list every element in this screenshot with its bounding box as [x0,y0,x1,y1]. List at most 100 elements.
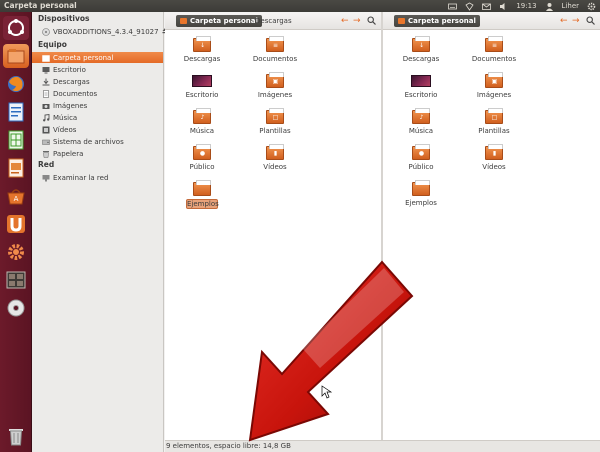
launcher: A [0,12,32,452]
desktop-icon [42,66,50,74]
file-label: Vídeos [482,163,506,171]
videos-folder-icon: ▮ [485,144,503,160]
file-item-videos[interactable]: ▮ Vídeos [247,142,303,182]
clock[interactable]: 19:13 [516,2,536,10]
forward-arrow-icon[interactable]: → [572,16,580,26]
public-folder-icon: ● [193,144,211,160]
impress-launcher-button[interactable] [3,156,29,180]
file-item-plantillas[interactable]: □ Plantillas [247,106,303,146]
trash-launcher-button[interactable] [3,424,29,448]
file-item-plantillas[interactable]: □ Plantillas [466,106,522,146]
writer-launcher-button[interactable] [3,100,29,124]
pictures-folder-icon: ▣ [485,72,503,88]
calc-launcher-button[interactable] [3,128,29,152]
sidebar-item-label: Escritorio [53,65,86,74]
file-item-descargas[interactable]: ↓ Descargas [174,34,230,74]
dvd-icon [3,296,29,320]
back-arrow-icon[interactable]: ← [341,16,349,26]
templates-folder-icon: □ [485,108,503,124]
file-item-documentos[interactable]: ≡ Documentos [466,34,522,74]
window-title: Carpeta personal [4,1,77,10]
trash-icon [3,424,29,448]
sidebar-item-label: Papelera [53,149,84,158]
search-icon[interactable] [367,16,376,28]
file-label: Ejemplos [186,199,219,209]
download-icon [42,78,50,86]
sidebar-item-pictures[interactable]: Imágenes [32,100,163,111]
file-label: Descargas [402,55,440,63]
back-arrow-icon[interactable]: ← [560,16,568,26]
workspaces-launcher-button[interactable] [3,268,29,292]
right-file-pane[interactable]: Carpeta personal ← → ↓ Descargas ≡ Docum… [383,12,600,440]
forward-arrow-icon[interactable]: → [353,16,361,26]
file-label: Plantillas [259,127,291,135]
sidebar-item-label: Documentos [53,89,98,98]
dvd-launcher-button[interactable] [3,296,29,320]
file-item-musica[interactable]: ♪ Música [174,106,230,146]
breadcrumb-home[interactable]: Carpeta personal [176,15,262,27]
files-icon [3,44,29,68]
file-item-imagenes[interactable]: ▣ Imágenes [466,70,522,110]
documents-folder-icon: ≡ [266,36,284,52]
sidebar-item-label: Música [53,113,78,122]
sidebar-item-label: Sistema de archivos [53,137,124,146]
file-label: Imágenes [257,91,293,99]
music-folder-icon: ♪ [412,108,430,124]
file-item-documentos[interactable]: ≡ Documentos [247,34,303,74]
optical-drive-icon [42,27,50,36]
search-icon[interactable] [586,16,595,28]
firefox-launcher-button[interactable] [3,72,29,96]
keyboard-icon[interactable] [448,2,458,11]
sidebar-item-videos[interactable]: Vídeos [32,124,163,135]
file-item-publico[interactable]: ● Público [174,142,230,182]
volume-icon[interactable] [499,2,508,11]
file-label: Música [408,127,434,135]
status-bar: 9 elementos, espacio libre: 14,8 GB [165,440,600,452]
network-icon[interactable] [465,2,474,11]
workspaces-icon [3,268,29,292]
sidebar-item-vboxadditions[interactable]: VBOXADDITIONS_4.3.4_91027 [32,26,169,37]
user-name[interactable]: Liher [562,2,579,10]
file-label: Documentos [252,55,298,63]
sidebar-item-trash[interactable]: Papelera [32,148,163,159]
location-bar: Carpeta personal ← → [383,12,600,30]
sidebar-item-label: Descargas [53,77,90,86]
sidebar-item-label: Carpeta personal [53,53,114,62]
file-item-ejemplos[interactable]: Ejemplos [393,178,449,218]
file-item-escritorio[interactable]: Escritorio [174,70,230,110]
home-icon [180,18,187,24]
sidebar-item-browse-network[interactable]: Examinar la red [32,172,163,183]
sidebar-item-downloads[interactable]: Descargas [32,76,163,87]
sidebar-item-home[interactable]: Carpeta personal [32,52,163,63]
downloads-folder-icon: ↓ [193,36,211,52]
file-item-descargas[interactable]: ↓ Descargas [393,34,449,74]
file-item-videos[interactable]: ▮ Vídeos [466,142,522,182]
sidebar-item-documents[interactable]: Documentos [32,88,163,99]
system-settings-launcher-button[interactable] [3,240,29,264]
breadcrumb-downloads[interactable]: Descargas [251,15,296,27]
dash-button[interactable] [3,16,29,40]
desktop-folder-icon [192,75,212,87]
file-item-escritorio[interactable]: Escritorio [393,70,449,110]
sidebar-item-desktop[interactable]: Escritorio [32,64,163,75]
file-item-imagenes[interactable]: ▣ Imágenes [247,70,303,110]
file-item-publico[interactable]: ● Público [393,142,449,182]
left-file-pane[interactable]: Carpeta personal Descargas ← → ↓ Descarg… [165,12,381,440]
pictures-folder-icon: ▣ [266,72,284,88]
ubuntu-one-launcher-button[interactable] [3,212,29,236]
sidebar-item-music[interactable]: Música [32,112,163,123]
devices-header: Dispositivos [38,14,90,23]
file-label: Música [189,127,215,135]
gear-icon[interactable] [587,2,596,11]
files-launcher-button[interactable] [3,44,29,68]
places-sidebar: Dispositivos VBOXADDITIONS_4.3.4_91027 E… [32,12,169,452]
file-label: Escritorio [404,91,438,99]
software-center-launcher-button[interactable]: A [3,184,29,208]
file-item-musica[interactable]: ♪ Música [393,106,449,146]
file-label: Público [189,163,215,171]
sidebar-item-filesystem[interactable]: Sistema de archivos [32,136,163,147]
mail-icon[interactable] [482,2,492,11]
breadcrumb-home[interactable]: Carpeta personal [394,15,480,27]
file-item-ejemplos[interactable]: Ejemplos [174,178,230,218]
file-label: Vídeos [263,163,287,171]
